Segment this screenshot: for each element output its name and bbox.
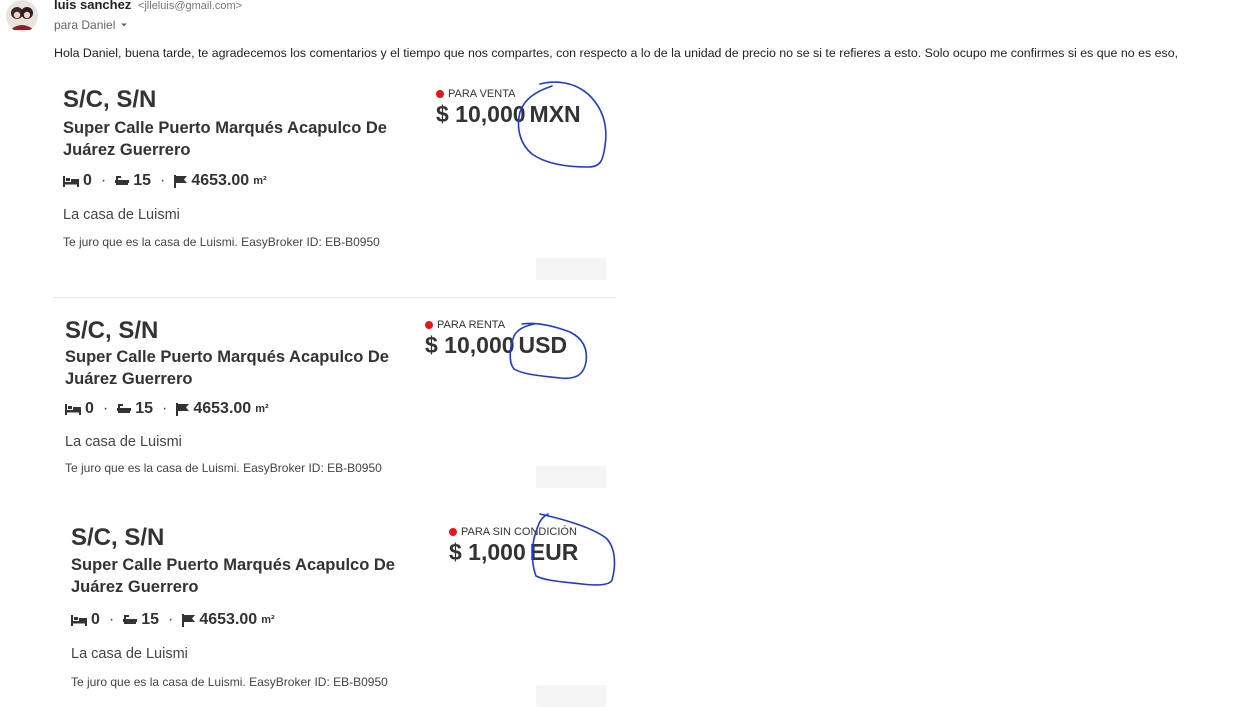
bathrooms-count: 15 [141, 611, 160, 628]
area-unit: m² [253, 175, 267, 187]
price-amount: $ 1,000 [449, 539, 526, 565]
price-currency: MXN [529, 101, 581, 127]
listing-description: Te juro que es la casa de Luismi. EasyBr… [63, 235, 380, 249]
listing-features: 0 · 15 · 4653.00 m² [63, 172, 267, 190]
operation-label: PARA VENTA [436, 88, 515, 100]
red-dot-icon [425, 321, 433, 329]
area-value: 4653.00 [191, 172, 250, 189]
listing-price: $ 1,000 EUR [449, 539, 578, 566]
brand-watermark [536, 258, 606, 280]
operation-label: PARA SIN CONDICIÓN [449, 526, 577, 538]
flag-icon [182, 613, 196, 627]
price-currency: EUR [529, 539, 579, 565]
listing-address: S/C, S/N [71, 524, 165, 551]
flag-icon [176, 402, 190, 416]
bathrooms-count: 15 [133, 172, 152, 189]
listing-summary: La casa de Luismi [65, 434, 182, 450]
operation-text: PARA VENTA [448, 88, 516, 100]
bedrooms-count: 0 [85, 400, 94, 417]
sender-email: <jlleluis@gmail.com> [137, 0, 243, 12]
listing-street: Super Calle Puerto Marqués Acapulco De J… [71, 556, 395, 596]
brand-watermark [536, 466, 606, 488]
operation-text: PARA RENTA [437, 319, 506, 331]
price-amount: $ 10,000 [436, 101, 526, 127]
listing-features: 0 · 15 · 4653.00 m² [65, 400, 269, 418]
sender-line: luis sanchez <jlleluis@gmail.com> [54, 0, 242, 12]
area-value: 4653.00 [199, 611, 258, 628]
area-unit: m² [261, 614, 275, 626]
listing-summary: La casa de Luismi [63, 207, 180, 223]
listing-price: $ 10,000 USD [425, 332, 567, 359]
chevron-down-icon [121, 23, 128, 27]
listing-address: S/C, S/N [63, 86, 157, 113]
area-unit: m² [255, 403, 269, 415]
area-value: 4653.00 [193, 400, 252, 417]
listing-summary: La casa de Luismi [71, 646, 188, 662]
recipient-label: para Daniel [54, 18, 116, 32]
bed-icon [65, 404, 81, 415]
red-dot-icon [436, 90, 444, 98]
message-body: Hola Daniel, buena tarde, te agradecemos… [54, 46, 1179, 60]
sender-avatar [6, 0, 38, 32]
recipient-dropdown[interactable]: para Daniel [54, 18, 129, 32]
operation-text: PARA SIN CONDICIÓN [461, 526, 577, 538]
price-currency: USD [518, 332, 568, 358]
card-divider [54, 297, 616, 298]
brand-watermark [536, 685, 606, 707]
flag-icon [174, 174, 188, 188]
bedrooms-count: 0 [91, 611, 100, 628]
operation-label: PARA RENTA [425, 319, 505, 331]
bed-icon [63, 176, 79, 187]
listing-address: S/C, S/N [65, 317, 159, 344]
listing-street: Super Calle Puerto Marqués Acapulco De J… [65, 348, 389, 388]
bed-icon [71, 615, 87, 626]
bathtub-icon [123, 615, 138, 624]
listing-street: Super Calle Puerto Marqués Acapulco De J… [63, 119, 387, 159]
bathrooms-count: 15 [135, 400, 154, 417]
listing-features: 0 · 15 · 4653.00 m² [71, 611, 275, 629]
bedrooms-count: 0 [83, 172, 92, 189]
price-amount: $ 10,000 [425, 332, 515, 358]
listing-description: Te juro que es la casa de Luismi. EasyBr… [71, 675, 388, 689]
listing-price: $ 10,000 MXN [436, 101, 581, 128]
listing-description: Te juro que es la casa de Luismi. EasyBr… [65, 461, 382, 475]
red-dot-icon [449, 528, 457, 536]
sender-name: luis sanchez [54, 0, 132, 12]
bathtub-icon [115, 176, 130, 185]
bathtub-icon [117, 404, 132, 413]
